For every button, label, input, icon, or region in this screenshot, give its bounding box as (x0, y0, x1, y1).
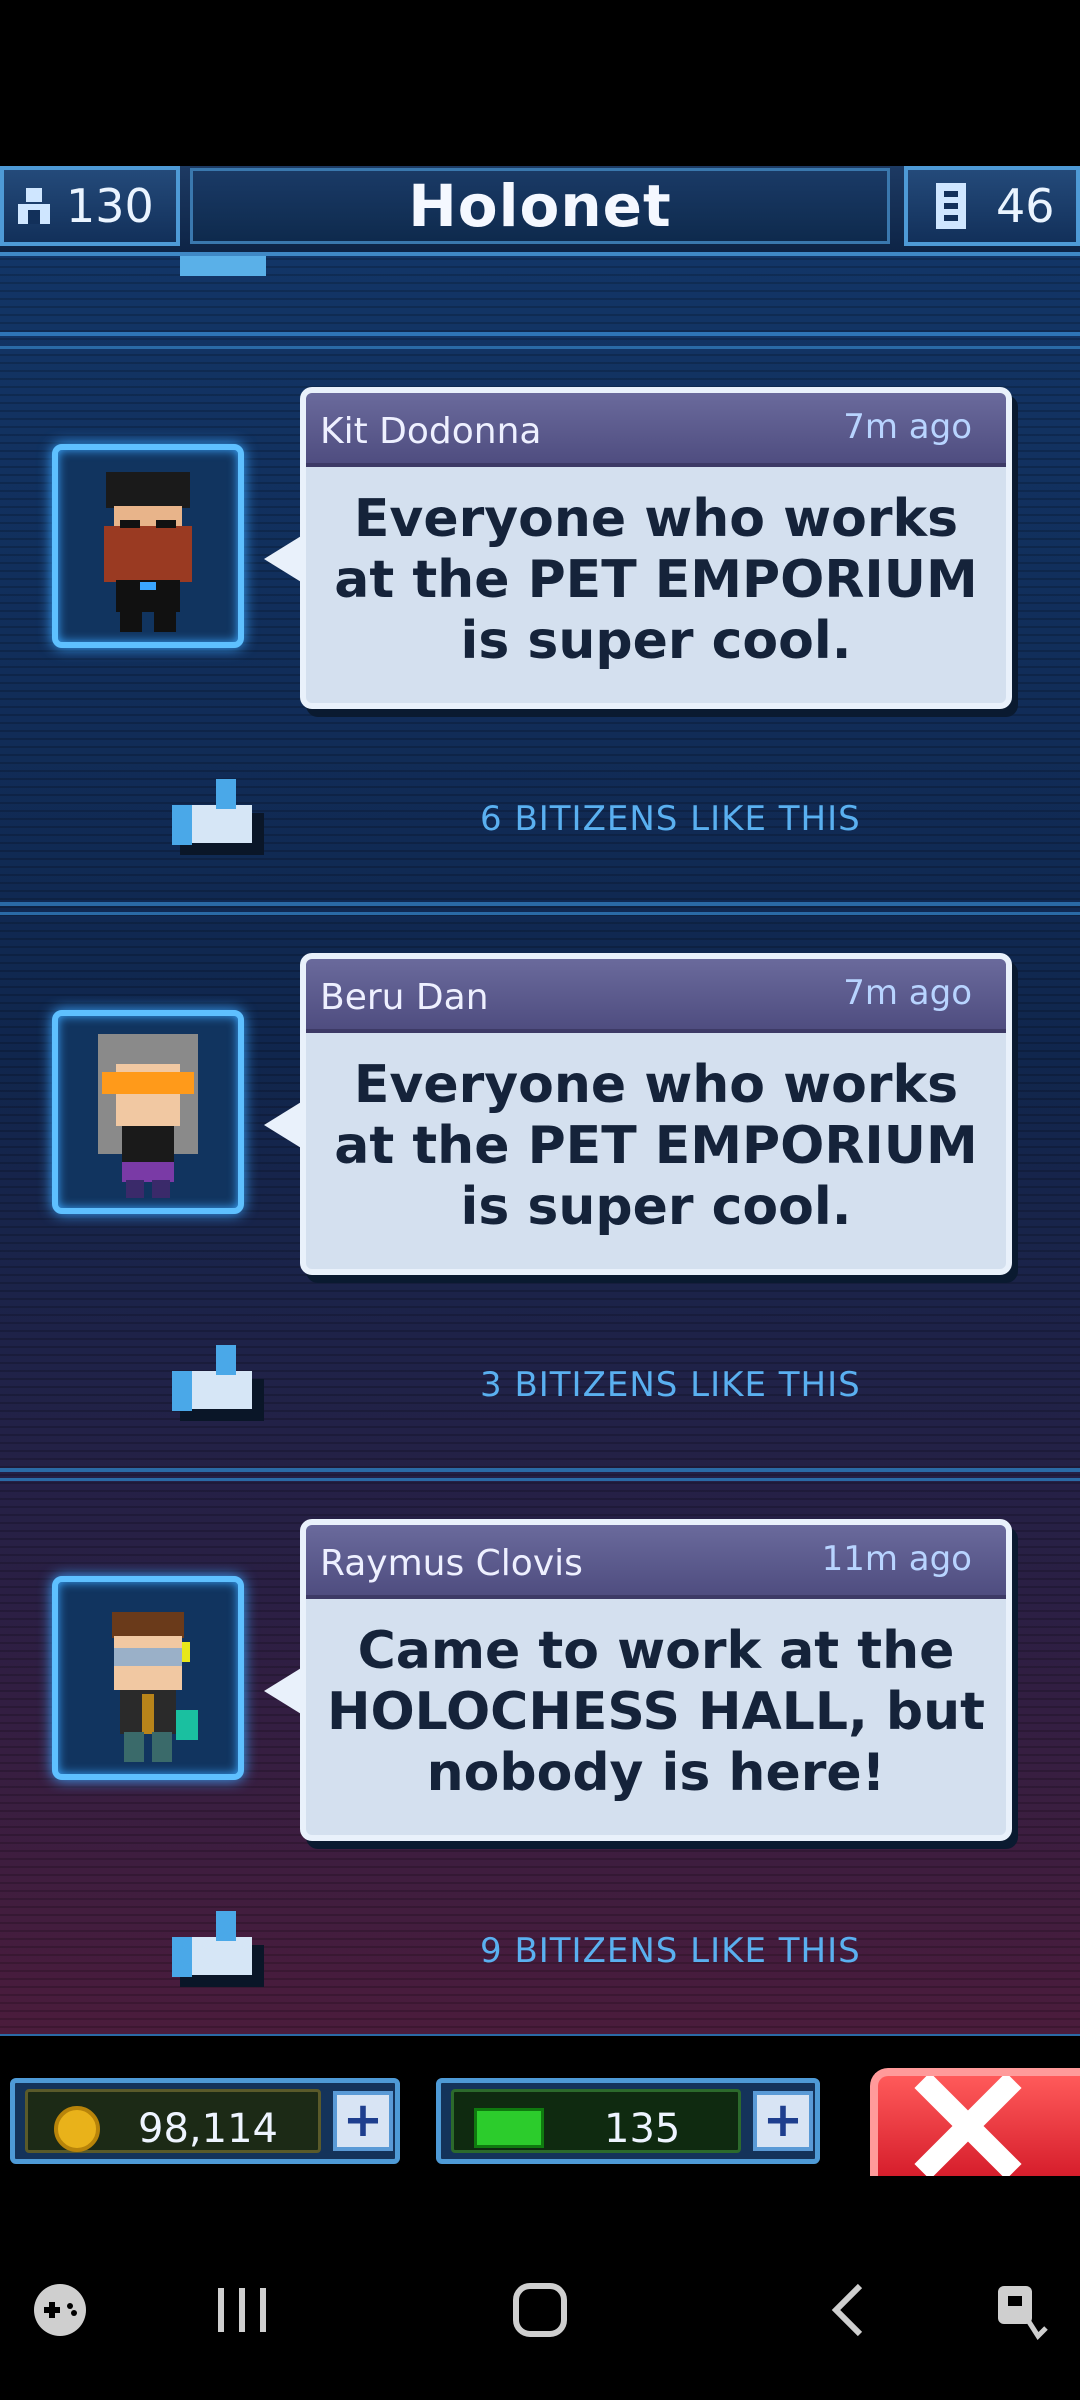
post-time: 7m ago (843, 407, 972, 447)
coin-icon (54, 2106, 100, 2152)
thumbs-up-icon (180, 256, 266, 276)
close-icon (914, 2076, 1022, 2176)
bubble-header: Kit Dodonna 7m ago (306, 393, 1006, 467)
bux-display: 135 (451, 2089, 741, 2153)
buy-bux-button[interactable]: + (753, 2091, 813, 2151)
recent-apps-icon[interactable] (214, 2280, 270, 2340)
bubble-header: Raymus Clovis 11m ago (306, 1525, 1006, 1599)
message-bubble: Beru Dan 7m ago Everyone who works at th… (264, 953, 1012, 1275)
bux-panel: 135 + (436, 2078, 820, 2164)
feed-post: Beru Dan 7m ago Everyone who works at th… (0, 912, 1080, 1472)
previous-post-remnant (0, 256, 1080, 336)
likes-row: 3 BITIZENS LIKE THIS (0, 1341, 1080, 1421)
bitizen-avatar-icon (112, 1612, 198, 1762)
bitizen-avatar-icon (104, 472, 192, 632)
avatar[interactable] (52, 444, 244, 648)
likes-row: 9 BITIZENS LIKE THIS (0, 1907, 1080, 1987)
back-icon[interactable] (826, 2280, 870, 2340)
person-icon (18, 188, 50, 224)
likes-count: 9 BITIZENS LIKE THIS (480, 1931, 861, 1971)
top-bar: 130 Holonet 46 (0, 166, 1080, 256)
floors-counter[interactable]: 46 (904, 166, 1080, 246)
author-name: Raymus Clovis (320, 1543, 583, 1584)
close-button[interactable] (870, 2068, 1080, 2176)
buy-coins-button[interactable]: + (333, 2091, 393, 2151)
resource-bar: 98,114 + 135 + (0, 2068, 1080, 2178)
author-name: Beru Dan (320, 977, 489, 1018)
bux-value: 135 (604, 2106, 681, 2152)
population-counter[interactable]: 130 (0, 166, 180, 246)
bubble-header: Beru Dan 7m ago (306, 959, 1006, 1033)
game-launcher-icon[interactable] (30, 2280, 90, 2340)
population-value: 130 (66, 179, 154, 233)
feed-post: Kit Dodonna 7m ago Everyone who works at… (0, 346, 1080, 906)
holonet-feed[interactable]: Kit Dodonna 7m ago Everyone who works at… (0, 256, 1080, 2036)
accessibility-icon[interactable] (994, 2280, 1050, 2340)
page-title: Holonet (190, 168, 890, 244)
avatar[interactable] (52, 1010, 244, 1214)
message-bubble: Kit Dodonna 7m ago Everyone who works at… (264, 387, 1012, 709)
thumbs-up-icon[interactable] (172, 1341, 264, 1421)
author-name: Kit Dodonna (320, 411, 542, 452)
message-text: Everyone who works at the PET EMPORIUM i… (334, 489, 978, 671)
thumbs-up-icon[interactable] (172, 1907, 264, 1987)
message-bubble: Raymus Clovis 11m ago Came to work at th… (264, 1519, 1012, 1841)
avatar[interactable] (52, 1576, 244, 1780)
bitizen-avatar-icon (98, 1034, 198, 1198)
system-nav-bar (0, 2232, 1080, 2400)
coins-panel: 98,114 + (10, 2078, 400, 2164)
likes-row: 6 BITIZENS LIKE THIS (0, 775, 1080, 855)
message-text: Everyone who works at the PET EMPORIUM i… (334, 1055, 978, 1237)
post-time: 7m ago (843, 973, 972, 1013)
likes-count: 3 BITIZENS LIKE THIS (480, 1365, 861, 1405)
coins-display: 98,114 (25, 2089, 321, 2153)
home-icon[interactable] (510, 2280, 570, 2340)
message-text: Came to work at the HOLOCHESS HALL, but … (326, 1621, 986, 1803)
thumbs-up-icon[interactable] (172, 775, 264, 855)
likes-count: 6 BITIZENS LIKE THIS (480, 799, 861, 839)
floors-value: 46 (996, 179, 1055, 233)
tower-icon (936, 183, 966, 229)
coins-value: 98,114 (138, 2106, 278, 2152)
post-time: 11m ago (821, 1539, 972, 1579)
feed-post: Raymus Clovis 11m ago Came to work at th… (0, 1478, 1080, 2036)
bux-icon (474, 2108, 544, 2148)
